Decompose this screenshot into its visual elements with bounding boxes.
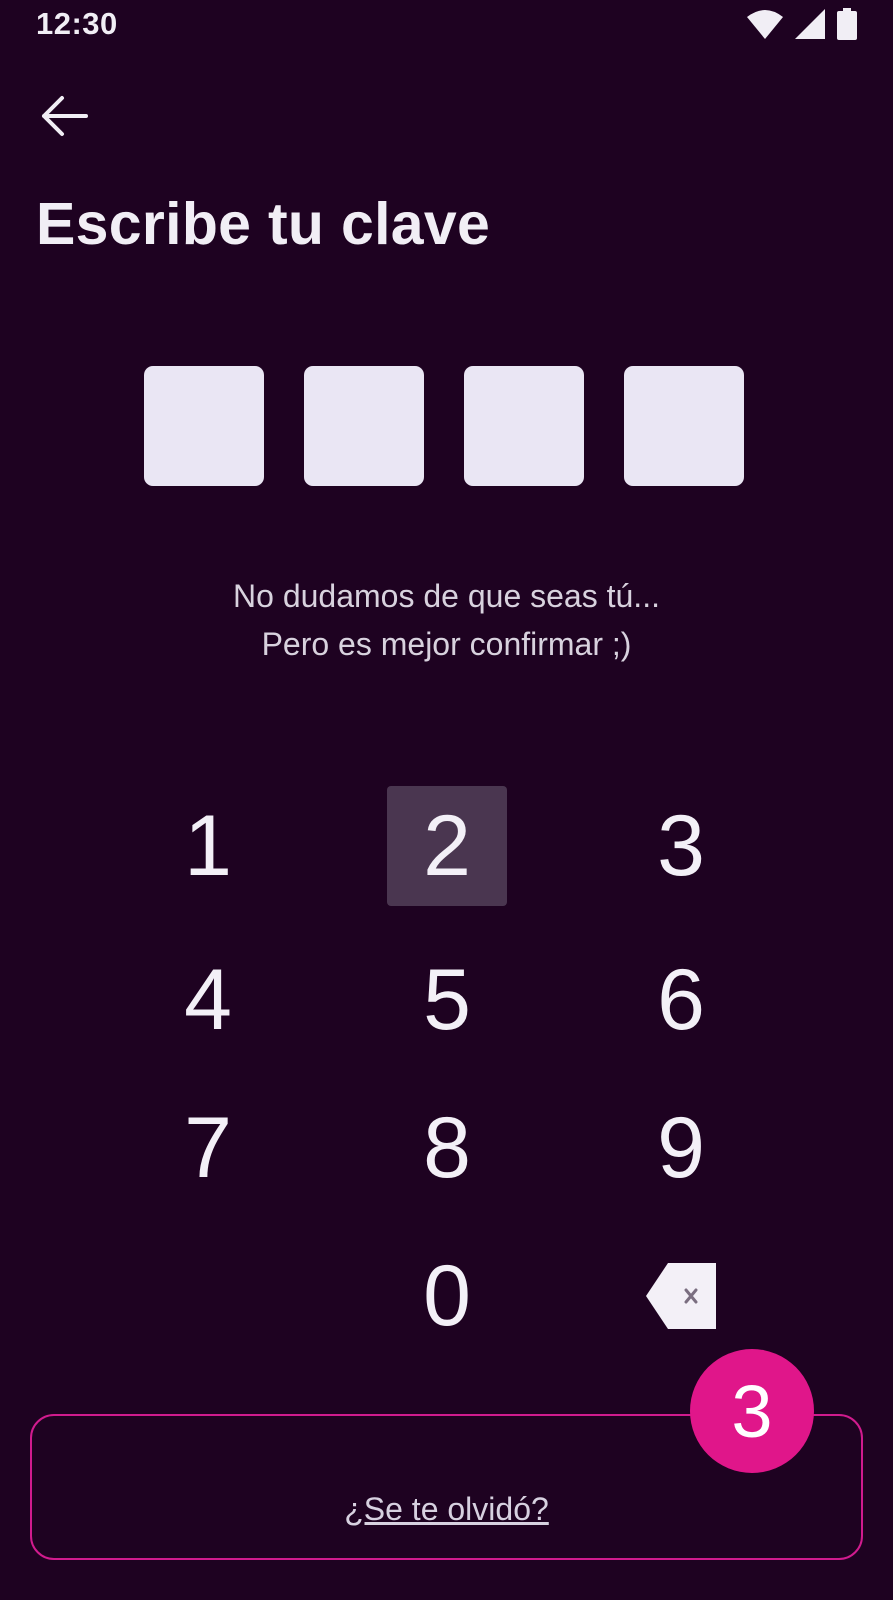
status-icons bbox=[747, 8, 857, 40]
status-time: 12:30 bbox=[36, 6, 118, 41]
key-3[interactable]: 3 bbox=[621, 786, 741, 906]
status-bar: 12:30 bbox=[0, 0, 893, 52]
pin-digit-box-4[interactable] bbox=[624, 366, 744, 486]
back-button[interactable] bbox=[36, 88, 92, 144]
key-1[interactable]: 1 bbox=[148, 786, 268, 906]
key-6[interactable]: 6 bbox=[621, 940, 741, 1060]
key-0[interactable]: 0 bbox=[387, 1236, 507, 1356]
pin-digit-box-1[interactable] bbox=[144, 366, 264, 486]
subtitle-line-2: Pero es mejor confirmar ;) bbox=[261, 626, 632, 662]
step-number-badge: 3 bbox=[690, 1349, 814, 1473]
delete-button[interactable] bbox=[621, 1236, 741, 1356]
key-7[interactable]: 7 bbox=[148, 1088, 268, 1208]
battery-icon bbox=[837, 8, 857, 40]
pin-digit-box-3[interactable] bbox=[464, 366, 584, 486]
pin-input[interactable] bbox=[144, 366, 744, 486]
subtitle-line-1: No dudamos de que seas tú... bbox=[233, 578, 660, 614]
key-2[interactable]: 2 bbox=[387, 786, 507, 906]
forgot-password-link[interactable]: ¿Se te olvidó? bbox=[344, 1491, 549, 1528]
key-9[interactable]: 9 bbox=[621, 1088, 741, 1208]
subtitle: No dudamos de que seas tú... Pero es mej… bbox=[0, 572, 893, 668]
cellular-signal-icon bbox=[795, 9, 825, 39]
key-5[interactable]: 5 bbox=[387, 940, 507, 1060]
pin-digit-box-2[interactable] bbox=[304, 366, 424, 486]
key-4[interactable]: 4 bbox=[148, 940, 268, 1060]
arrow-left-icon bbox=[42, 96, 88, 136]
backspace-icon bbox=[646, 1263, 716, 1329]
wifi-icon bbox=[747, 10, 783, 39]
key-8[interactable]: 8 bbox=[387, 1088, 507, 1208]
page-title: Escribe tu clave bbox=[36, 191, 491, 257]
